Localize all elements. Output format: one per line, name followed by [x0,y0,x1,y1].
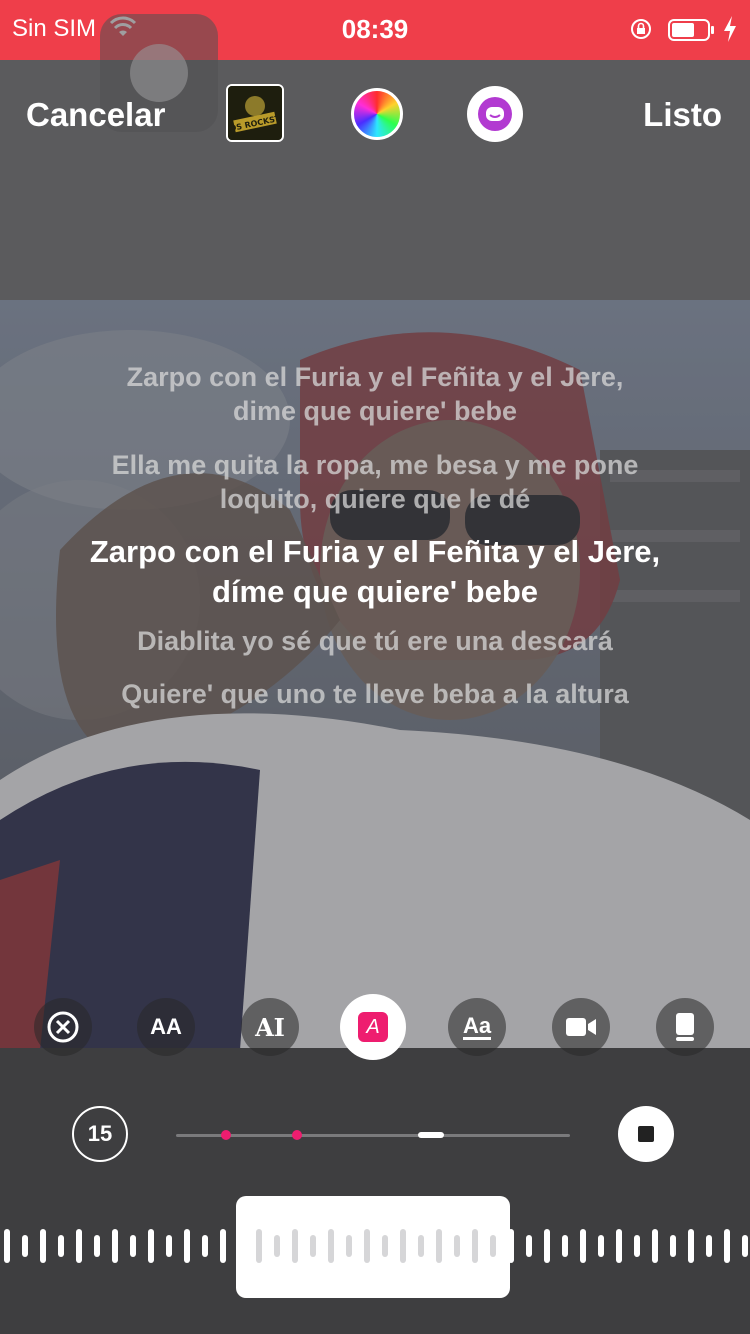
waveform-bar [292,1229,298,1263]
waveform-bar [598,1235,604,1257]
waveform-bar [436,1229,442,1263]
waveform-bar [580,1229,586,1263]
timeline-marker[interactable] [221,1130,231,1140]
lyric-line: Zarpo con el Furia y el Feñita y el Jere… [126,362,624,426]
waveform-bar [328,1229,334,1263]
remove-icon [47,1011,79,1043]
rewind-15-button[interactable]: 15 [72,1106,128,1162]
waveform-bar [112,1229,118,1263]
waveform-bar [310,1235,316,1257]
orientation-lock-icon [631,19,651,39]
lyric-style-toolbar: AA AI A Aa [0,994,750,1060]
device-mode-button[interactable] [656,998,714,1056]
waveform-bar [40,1229,46,1263]
waveform-bar [76,1229,82,1263]
charging-icon [724,16,736,42]
waveform-bar [400,1229,406,1263]
waveform-bar [616,1229,622,1263]
waveform-bar [130,1235,136,1257]
text-style-icon: AI [255,1012,285,1042]
waveform-bar [238,1235,244,1257]
video-preview: Zarpo con el Furia y el Feñita y el Jere… [0,300,750,1050]
device-icon [676,1013,694,1041]
remove-lyrics-button[interactable] [34,998,92,1056]
waveform-bar [652,1229,658,1263]
waveform-bar [544,1229,550,1263]
face-sticker-icon [478,97,512,131]
waveform-bar [742,1235,748,1257]
waveform-bar [58,1235,64,1257]
waveform-bar [634,1235,640,1257]
audio-waveform[interactable] [0,1198,750,1298]
video-mode-button[interactable] [552,998,610,1056]
waveform-bar [4,1229,10,1263]
album-art-image: LOS ROCKSTA [228,86,282,140]
waveform-bar [670,1235,676,1257]
waveform-bar [418,1235,424,1257]
album-art-button[interactable]: LOS ROCKSTA [226,84,284,142]
stop-button[interactable] [618,1106,674,1162]
text-format-button[interactable]: Aa [448,998,506,1056]
cancel-button[interactable]: Cancelar [26,96,165,134]
waveform-bar [526,1235,532,1257]
waveform-bar [256,1229,262,1263]
timeline-track[interactable] [176,1130,570,1140]
battery-icon [668,19,714,41]
done-button[interactable]: Listo [643,96,722,134]
waveform-bar [706,1235,712,1257]
waveform-bar [22,1235,28,1257]
text-style-button[interactable]: AI [241,998,299,1056]
waveform-bar [382,1235,388,1257]
lyric-line: Diablita yo sé que tú ere una descará [137,626,613,656]
lyric-line: Ella me quita la ropa, me besa y me pone… [111,450,639,514]
waveform-bar [724,1229,730,1263]
waveform-bar [274,1235,280,1257]
text-format-icon: Aa [462,1012,492,1040]
lyric-line-active: Zarpo con el Furia y el Feñita y el Jere… [89,534,661,609]
lyric-line: Quiere' que uno te lleve beba a la altur… [121,679,629,709]
text-size-icon: AA [150,1014,182,1039]
color-picker-button[interactable] [351,88,403,140]
stop-icon [638,1126,654,1142]
waveform-bar [688,1229,694,1263]
waveform-bar [472,1229,478,1263]
sticker-button[interactable] [467,86,523,142]
text-size-button[interactable]: AA [137,998,195,1056]
video-icon [566,1018,596,1036]
waveform-bar [508,1229,514,1263]
text-color-button[interactable]: A [340,994,406,1060]
waveform-bar [364,1229,370,1263]
waveform-bar [220,1229,226,1263]
waveform-bar [346,1235,352,1257]
top-toolbar: Cancelar LOS ROCKSTA Listo [0,70,750,160]
waveform-bar [94,1235,100,1257]
timeline-marker[interactable] [292,1130,302,1140]
waveform-bar [202,1235,208,1257]
text-color-icon: A [358,1012,388,1042]
audio-editor-panel: 15 [0,1048,750,1334]
timeline-playhead[interactable] [418,1132,444,1138]
waveform-bar [184,1229,190,1263]
waveform-bar [454,1235,460,1257]
waveform-bar [490,1235,496,1257]
waveform-bar [166,1235,172,1257]
waveform-bar [148,1229,154,1263]
waveform-bar [562,1235,568,1257]
